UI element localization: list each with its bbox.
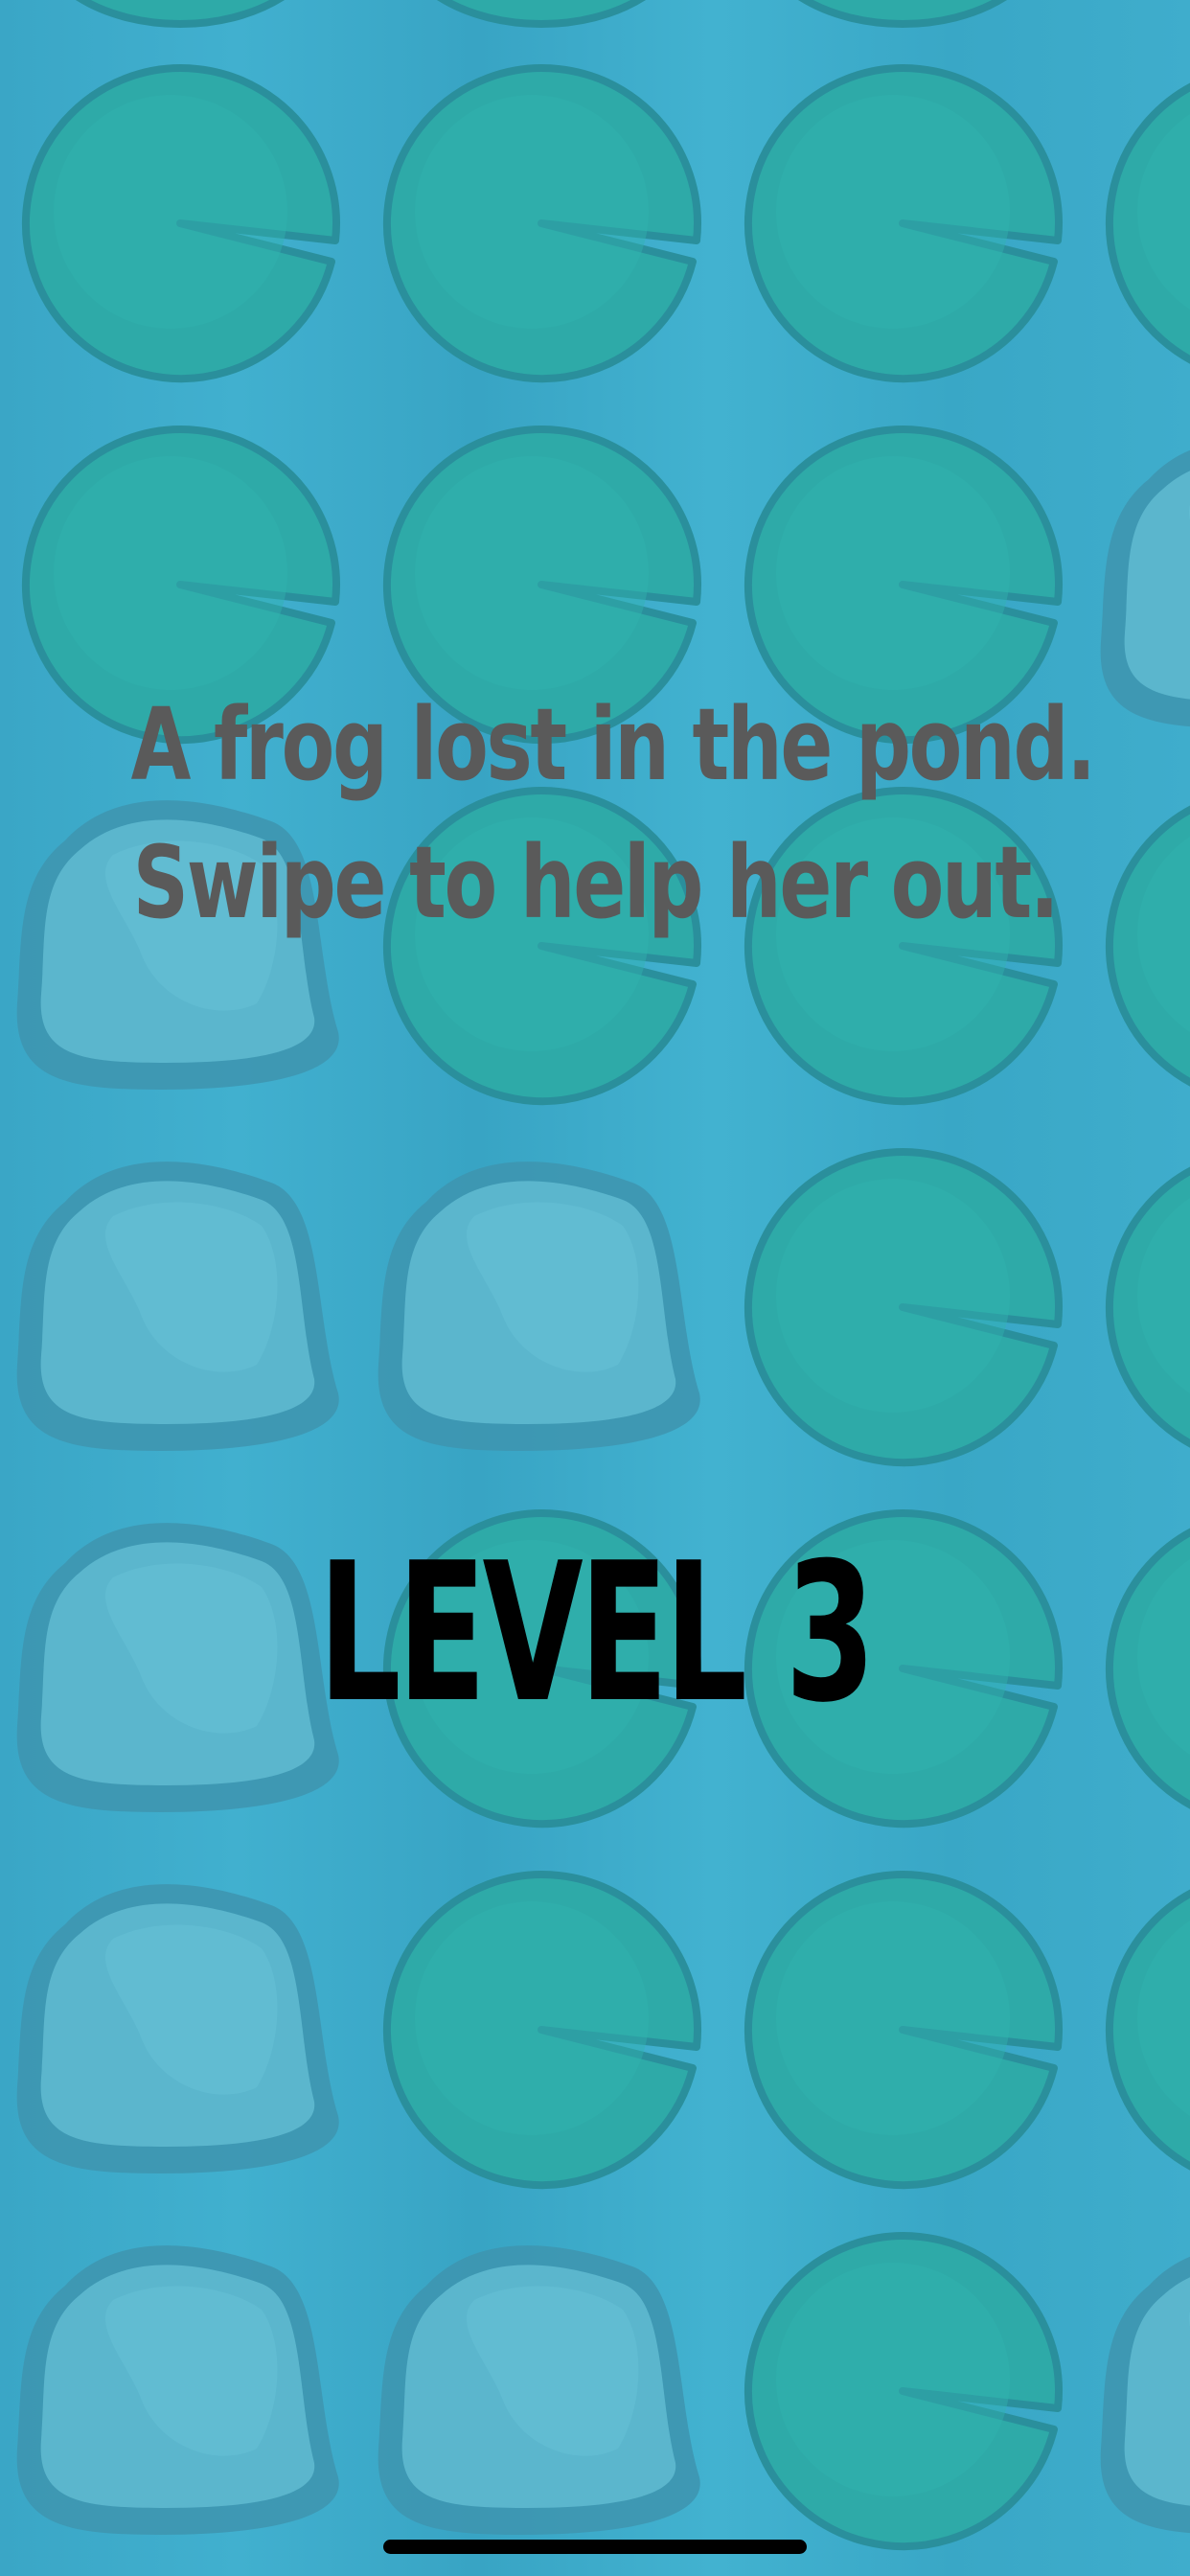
rock[interactable]: [378, 1162, 700, 1451]
lily-pad[interactable]: [383, 64, 701, 383]
lily-pad[interactable]: [1106, 791, 1190, 1101]
lily-pad[interactable]: [744, 1871, 1063, 2190]
lily-pad[interactable]: [744, 2232, 1063, 2551]
lily-pad[interactable]: [1106, 1152, 1190, 1462]
rock[interactable]: [378, 2245, 700, 2535]
lily-pad[interactable]: [1106, 68, 1190, 379]
rock[interactable]: [1100, 439, 1190, 728]
intro-message: A frog lost in the pond. Swipe to help h…: [130, 676, 1096, 952]
rock[interactable]: [16, 1884, 339, 2174]
intro-line-2: Swipe to help her out.: [132, 824, 1060, 941]
lily-pad: [797, 0, 1008, 28]
lily-pad[interactable]: [744, 64, 1063, 383]
level-title: LEVEL 3: [318, 1522, 876, 1745]
rock[interactable]: [16, 1162, 339, 1451]
intro-line-1: A frog lost in the pond.: [130, 686, 1096, 803]
lily-pad: [75, 0, 286, 28]
game-screen[interactable]: A frog lost in the pond. Swipe to help h…: [0, 0, 1190, 2576]
lily-pad[interactable]: [1106, 1513, 1190, 1824]
lily-pad[interactable]: [383, 1871, 701, 2190]
pond-board[interactable]: [0, 0, 1190, 2576]
lily-pad[interactable]: [744, 1148, 1063, 1467]
home-indicator[interactable]: [383, 2540, 807, 2554]
lily-pad[interactable]: [22, 64, 340, 383]
rock[interactable]: [1100, 2245, 1190, 2535]
rock[interactable]: [16, 2245, 339, 2535]
lily-pad: [436, 0, 647, 28]
lily-pad[interactable]: [1106, 1874, 1190, 2185]
